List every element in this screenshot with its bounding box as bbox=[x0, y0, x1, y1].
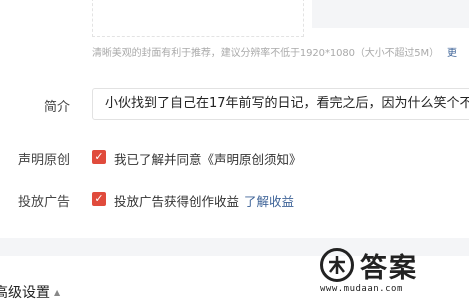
ads-option-text: 投放广告获得创作收益 bbox=[114, 194, 240, 209]
caret-up-icon: ▲ bbox=[54, 288, 61, 297]
ads-label: 投放广告 bbox=[17, 195, 70, 210]
summary-input[interactable]: 小伙找到了自己在17年前写的日记，看完之后，因为什么笑个不停 bbox=[92, 88, 469, 120]
originality-agreement-text[interactable]: 我已了解并同意《声明原创须知》 bbox=[114, 149, 302, 168]
watermark-url: www.mudaan.com bbox=[320, 284, 403, 294]
learn-earnings-link[interactable]: 了解收益 bbox=[244, 194, 294, 209]
ads-checkbox[interactable]: ✓ bbox=[92, 192, 106, 206]
checkmark-icon: ✓ bbox=[94, 192, 104, 205]
cover-upload-area[interactable] bbox=[92, 0, 304, 37]
cover-preview bbox=[312, 0, 469, 28]
cover-hint-link[interactable]: 更 bbox=[447, 48, 457, 59]
watermark-title: 答案 bbox=[360, 253, 418, 284]
watermark-logo-icon bbox=[320, 248, 354, 282]
ads-option: 投放广告获得创作收益 了解收益 bbox=[114, 191, 294, 210]
cover-hint: 清晰美观的封面有利于推荐，建议分辨率不低于1920*1080（大小不超过5M） 更 bbox=[92, 44, 457, 59]
advanced-settings-toggle[interactable]: 高级设置 ▲ bbox=[0, 282, 60, 302]
originality-checkbox[interactable]: ✓ bbox=[92, 150, 106, 164]
watermark: 答案 www.mudaan.com bbox=[318, 246, 468, 299]
originality-label: 声明原创 bbox=[17, 153, 70, 168]
summary-label: 简介 bbox=[43, 100, 70, 115]
cover-hint-text: 清晰美观的封面有利于推荐，建议分辨率不低于1920*1080（大小不超过5M） bbox=[92, 48, 439, 59]
checkmark-icon: ✓ bbox=[94, 150, 104, 163]
